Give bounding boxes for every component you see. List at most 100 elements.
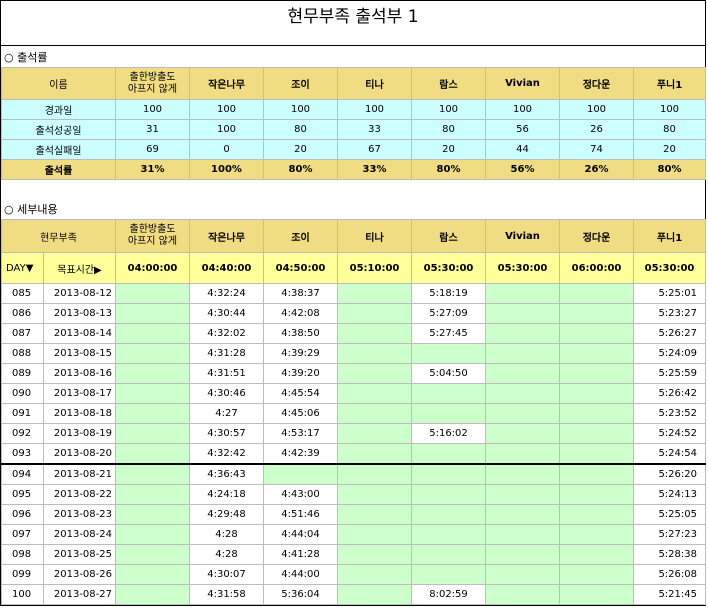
attendance-time: 4:30:57: [189, 423, 264, 444]
member-header: 람스: [411, 67, 486, 100]
attendance-time: [485, 463, 560, 485]
summary-value: 26%: [559, 159, 634, 180]
summary-value: 20: [411, 139, 486, 160]
target-time: 06:00:00: [559, 252, 634, 284]
member-header: 티나: [337, 67, 412, 100]
attendance-time: 4:36:43: [189, 463, 264, 485]
attendance-time: [485, 303, 560, 324]
attendance-time: [559, 443, 634, 465]
target-time: 05:10:00: [337, 252, 412, 284]
target-time: 05:30:00: [633, 252, 706, 284]
attendance-time: 8:02:59: [411, 584, 486, 605]
attendance-time: [411, 383, 486, 404]
summary-value: 20: [633, 139, 706, 160]
attendance-time: [559, 403, 634, 424]
summary-value: 100: [559, 99, 634, 120]
summary-row-label: 출석성공일: [1, 119, 116, 140]
summary-value: 67: [337, 139, 412, 160]
attendance-time: 4:42:39: [263, 443, 338, 465]
summary-header-row: 이름 출한방출도 아프지 않게 작은나무 조이 티나 람스 Vivian 정다운 푸니1: [1, 67, 706, 100]
attendance-time: 5:23:52: [633, 403, 706, 424]
detail-row: 100 2013-08-27 4:31:58 5:36:04 8:02:59 5:21:4…: [1, 584, 706, 605]
attendance-time: [263, 463, 338, 485]
attendance-date: 2013-08-26: [43, 564, 116, 585]
attendance-time: [411, 443, 486, 465]
summary-value: 100: [633, 99, 706, 120]
day-number: 086: [1, 303, 44, 324]
attendance-date: 2013-08-27: [43, 584, 116, 605]
attendance-time: [337, 383, 412, 404]
attendance-time: 5:26:27: [633, 323, 706, 344]
attendance-time: [337, 363, 412, 384]
attendance-time: 4:51:46: [263, 504, 338, 525]
member-header: 푸니1: [633, 219, 706, 253]
attendance-time: [411, 524, 486, 545]
attendance-time: 4:39:20: [263, 363, 338, 384]
attendance-date: 2013-08-18: [43, 403, 116, 424]
attendance-time: [485, 383, 560, 404]
attendance-time: [115, 443, 190, 465]
attendance-time: 4:30:07: [189, 564, 264, 585]
summary-value: 31: [115, 119, 190, 140]
attendance-time: [559, 383, 634, 404]
attendance-date: 2013-08-24: [43, 524, 116, 545]
attendance-time: [115, 484, 190, 505]
detail-row: 088 2013-08-15 4:31:28 4:39:29 5:24:09: [1, 343, 706, 364]
attendance-time: 4:42:08: [263, 303, 338, 324]
summary-row: 출석률 31% 100% 80% 33% 80% 56% 26% 80%: [1, 159, 706, 180]
attendance-time: [411, 403, 486, 424]
summary-row: 경과일 100 100 100 100 100 100 100 100: [1, 99, 706, 120]
summary-value: 31%: [115, 159, 190, 180]
summary-row-label: 경과일: [1, 99, 116, 120]
attendance-summary-table: 이름 출한방출도 아프지 않게 작은나무 조이 티나 람스 Vivian 정다운 푸니1 경과일 10…: [1, 67, 706, 180]
day-number: 085: [1, 283, 44, 304]
summary-row-label: 출석실패일: [1, 139, 116, 160]
attendance-time: 4:38:50: [263, 323, 338, 344]
attendance-time: [337, 403, 412, 424]
attendance-time: 5:36:04: [263, 584, 338, 605]
summary-value: 56%: [485, 159, 560, 180]
summary-value: 100: [115, 99, 190, 120]
target-time: 04:00:00: [115, 252, 190, 284]
day-number: 095: [1, 484, 44, 505]
attendance-time: [115, 323, 190, 344]
attendance-time: 5:24:54: [633, 443, 706, 465]
attendance-time: [337, 343, 412, 364]
day-number: 087: [1, 323, 44, 344]
target-time: 05:30:00: [485, 252, 560, 284]
attendance-time: [337, 564, 412, 585]
attendance-date: 2013-08-22: [43, 484, 116, 505]
attendance-date: 2013-08-19: [43, 423, 116, 444]
attendance-date: 2013-08-15: [43, 343, 116, 364]
detail-row: 095 2013-08-22 4:24:18 4:43:00 5:24:13: [1, 484, 706, 505]
member-header: Vivian: [485, 219, 560, 253]
attendance-date: 2013-08-25: [43, 544, 116, 565]
summary-value: 80%: [633, 159, 706, 180]
attendance-time: 5:27:45: [411, 323, 486, 344]
attendance-time: [411, 544, 486, 565]
attendance-time: 4:43:00: [263, 484, 338, 505]
attendance-time: [559, 584, 634, 605]
attendance-time: 4:29:48: [189, 504, 264, 525]
summary-value: 80: [411, 119, 486, 140]
attendance-time: 5:16:02: [411, 423, 486, 444]
attendance-time: [485, 443, 560, 465]
attendance-time: [337, 584, 412, 605]
member-header: 정다운: [559, 67, 634, 100]
attendance-time: 5:25:05: [633, 504, 706, 525]
attendance-time: [485, 423, 560, 444]
attendance-time: [115, 303, 190, 324]
day-number: 097: [1, 524, 44, 545]
attendance-time: [411, 564, 486, 585]
attendance-date: 2013-08-16: [43, 363, 116, 384]
detail-row: 092 2013-08-19 4:30:57 4:53:17 5:16:02 5:24:5…: [1, 423, 706, 444]
attendance-time: [559, 524, 634, 545]
attendance-time: [559, 544, 634, 565]
detail-row: 099 2013-08-26 4:30:07 4:44:00 5:26:08: [1, 564, 706, 585]
attendance-time: 4:45:54: [263, 383, 338, 404]
attendance-time: [337, 524, 412, 545]
attendance-time: 5:26:42: [633, 383, 706, 404]
day-number: 100: [1, 584, 44, 605]
member-header: 람스: [411, 219, 486, 253]
detail-row: 090 2013-08-17 4:30:46 4:45:54 5:26:42: [1, 383, 706, 404]
